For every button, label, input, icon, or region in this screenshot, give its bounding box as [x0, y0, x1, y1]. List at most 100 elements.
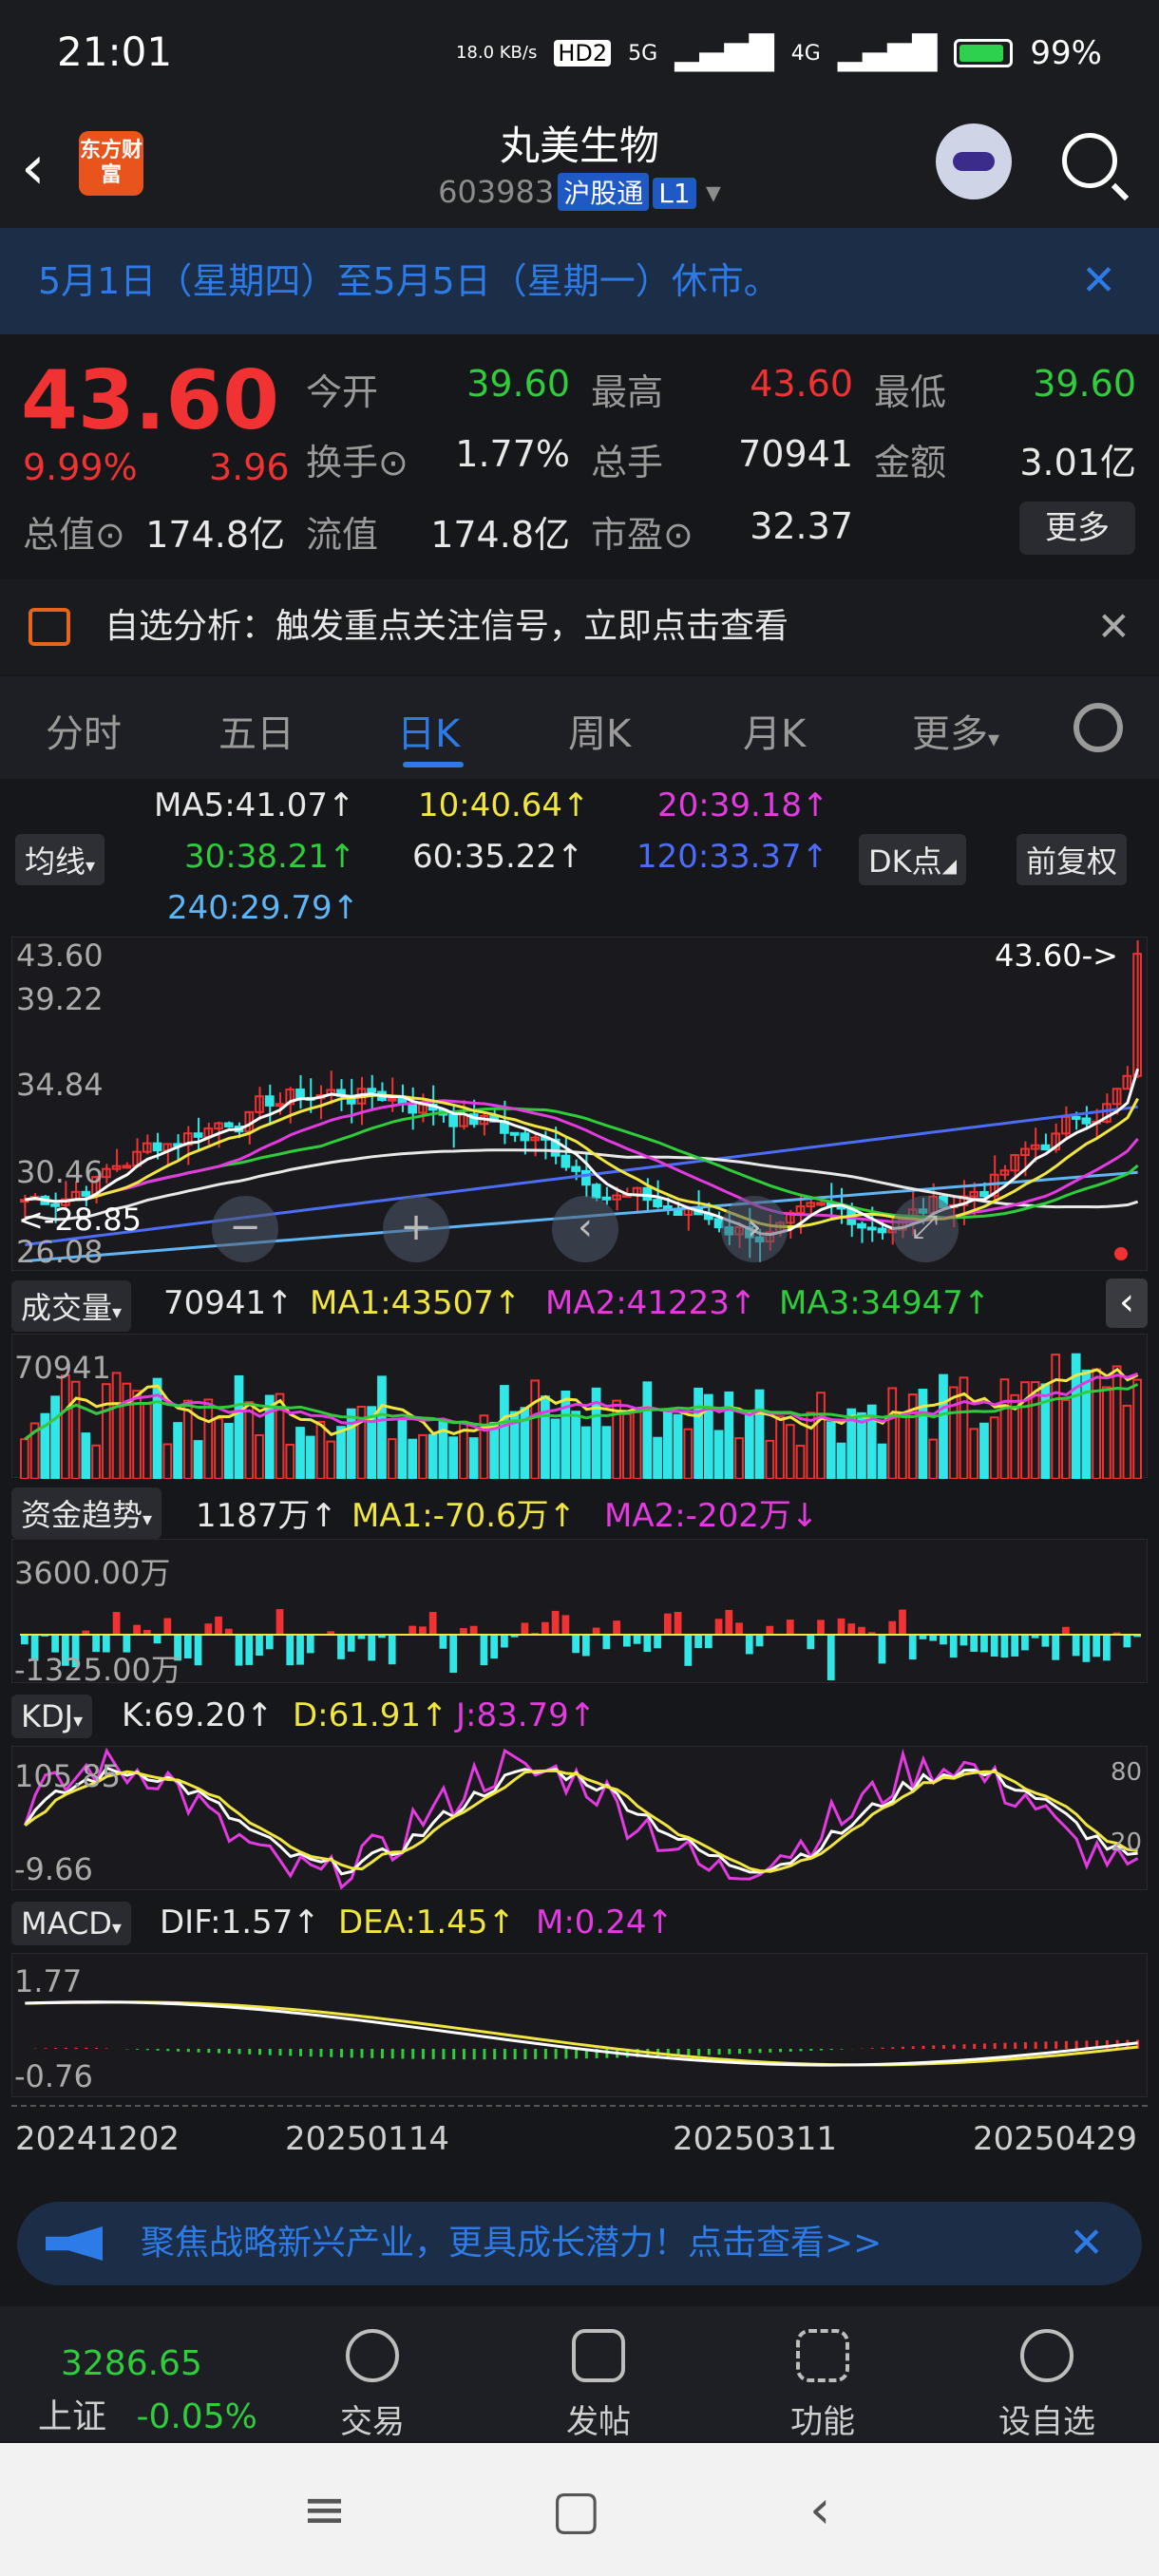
kdj-name: KDJ: [21, 1698, 74, 1734]
fund-bar: [21, 1635, 28, 1645]
gear-icon[interactable]: [1074, 703, 1123, 752]
fullscreen-icon[interactable]: ⤢: [892, 1196, 959, 1262]
adjust-button[interactable]: 前复权: [1016, 834, 1128, 885]
volume-top-label: 70941: [14, 1350, 111, 1386]
info-icon[interactable]: ⊙: [663, 514, 694, 556]
volume-label: 总手: [591, 442, 664, 483]
volume-bar: [1040, 1383, 1051, 1479]
volume-value: 70941: [738, 433, 853, 475]
candle: [857, 1222, 866, 1229]
fund-bar: [388, 1635, 396, 1665]
volume-bar: [193, 1440, 203, 1479]
volume-value: 70941↑: [163, 1284, 294, 1322]
fund-bar: [949, 1635, 958, 1658]
more-button[interactable]: 更多: [1019, 502, 1135, 555]
fund-name: 资金趋势: [21, 1497, 143, 1533]
volume-bar: [816, 1392, 826, 1479]
fund-bar: [245, 1635, 254, 1665]
trade-button[interactable]: 交易: [315, 2329, 429, 2442]
function-button[interactable]: 功能: [766, 2329, 880, 2442]
tab-intraday[interactable]: 分时: [46, 703, 122, 758]
fund-bar: [112, 1612, 121, 1635]
fund-bar: [888, 1620, 897, 1635]
fund-panel[interactable]: 3600.00万 -1325.00万: [11, 1539, 1148, 1688]
tab-five-day[interactable]: 五日: [218, 703, 294, 758]
candle: [367, 1088, 377, 1093]
post-button[interactable]: 发帖: [542, 2329, 656, 2442]
kdj-panel[interactable]: 105.85 -9.66 80 20: [11, 1746, 1148, 1890]
ma-selector-button[interactable]: 均线▾: [15, 834, 105, 885]
fund-bar: [755, 1635, 764, 1647]
index-change: -0.05%: [136, 2397, 257, 2436]
fund-ma2: MA2:-202万↓: [604, 1497, 819, 1535]
kdj-20-label: 20: [1111, 1828, 1143, 1857]
info-icon[interactable]: ⊙: [95, 514, 125, 556]
fund-bar: [337, 1635, 345, 1659]
info-icon[interactable]: ⊙: [378, 442, 408, 483]
fund-bar: [408, 1625, 417, 1635]
notice-text: 5月1日（星期四）至5月5日（星期一）休市。: [38, 260, 780, 302]
fund-bar: [633, 1635, 641, 1644]
open-label: 今开: [306, 371, 379, 413]
collapse-arrow-icon[interactable]: ‹: [1106, 1279, 1148, 1328]
date-label-1: 20241202: [15, 2120, 180, 2158]
home-icon[interactable]: ▢: [551, 2479, 601, 2541]
zoom-in-icon[interactable]: +: [383, 1196, 449, 1262]
kdj-80-label: 80: [1111, 1758, 1143, 1787]
close-icon[interactable]: ✕: [1081, 228, 1116, 334]
tab-daily-k[interactable]: 日K: [397, 703, 460, 758]
dk-point-button[interactable]: DK点◢: [859, 834, 967, 885]
volume-bar: [653, 1436, 662, 1479]
fund-bar: [643, 1635, 652, 1653]
signal-bars-icon: ▂▄▆█: [837, 34, 938, 72]
close-icon[interactable]: ✕: [1069, 2202, 1104, 2285]
kdj-indicator-button[interactable]: KDJ▾: [11, 1695, 93, 1738]
kline-panel[interactable]: 43.60 39.22 34.84 30.46 26.08 43.60-> <-…: [11, 937, 1148, 1271]
low-price-tag: <-28.85: [18, 1202, 142, 1238]
dropdown-icon[interactable]: ▾: [706, 174, 721, 210]
menu-icon[interactable]: ≡: [302, 2479, 347, 2541]
scroll-left-icon[interactable]: ‹: [552, 1196, 618, 1262]
close-icon[interactable]: ✕: [1097, 579, 1130, 674]
tab-weekly-k[interactable]: 周K: [568, 703, 631, 758]
volume-bar: [387, 1438, 397, 1479]
index-ticker[interactable]: 3286.65 上证 -0.05%: [38, 2344, 257, 2438]
fund-bar: [1011, 1635, 1019, 1657]
fund-bar: [613, 1620, 620, 1635]
fund-bar: [469, 1625, 478, 1635]
candle: [1071, 1115, 1081, 1120]
fund-value: 1187万↑: [196, 1497, 338, 1535]
volume-panel[interactable]: 70941: [11, 1334, 1148, 1479]
dropdown-icon: ▾: [988, 726, 1000, 752]
search-icon[interactable]: [1062, 133, 1117, 188]
fund-bar: [133, 1624, 141, 1635]
candle: [520, 1132, 530, 1142]
zoom-out-icon[interactable]: −: [212, 1196, 278, 1262]
macd-panel[interactable]: 1.77 -0.76: [11, 1953, 1148, 2097]
fund-bar: [204, 1623, 213, 1635]
fund-bar: [276, 1609, 284, 1635]
scroll-right-icon[interactable]: ›: [721, 1196, 788, 1262]
fund-indicator-button[interactable]: 资金趋势▾: [11, 1487, 162, 1539]
back-nav-icon[interactable]: ‹: [809, 2479, 830, 2541]
macd-bottom-label: -0.76: [14, 2058, 93, 2094]
assistant-robot-icon[interactable]: [936, 123, 1012, 199]
tab-monthly-k[interactable]: 月K: [743, 703, 806, 758]
volume-indicator-button[interactable]: 成交量▾: [11, 1280, 132, 1332]
more-dots-icon: [1020, 2329, 1074, 2382]
volume-bar: [621, 1412, 632, 1479]
add-watchlist-button[interactable]: 设自选: [990, 2329, 1104, 2442]
watchlist-analysis-bar[interactable]: 自选分析：触发重点关注信号，立即点击查看 ✕: [0, 579, 1159, 674]
candle: [866, 1226, 877, 1231]
volume-bar: [122, 1382, 132, 1479]
fund-bar: [940, 1635, 947, 1645]
add-watchlist-label: 设自选: [998, 2403, 1095, 2441]
current-price: 43.60: [21, 353, 280, 448]
promo-banner[interactable]: 聚焦战略新兴产业，更具成长潜力！点击查看>> ✕: [17, 2202, 1142, 2285]
trade-label: 交易: [340, 2403, 405, 2441]
candle: [979, 1190, 989, 1198]
date-label-3: 20250311: [673, 2120, 838, 2158]
volume-bar: [979, 1422, 989, 1479]
fund-bar: [654, 1635, 661, 1649]
macd-indicator-button[interactable]: MACD▾: [11, 1902, 131, 1945]
